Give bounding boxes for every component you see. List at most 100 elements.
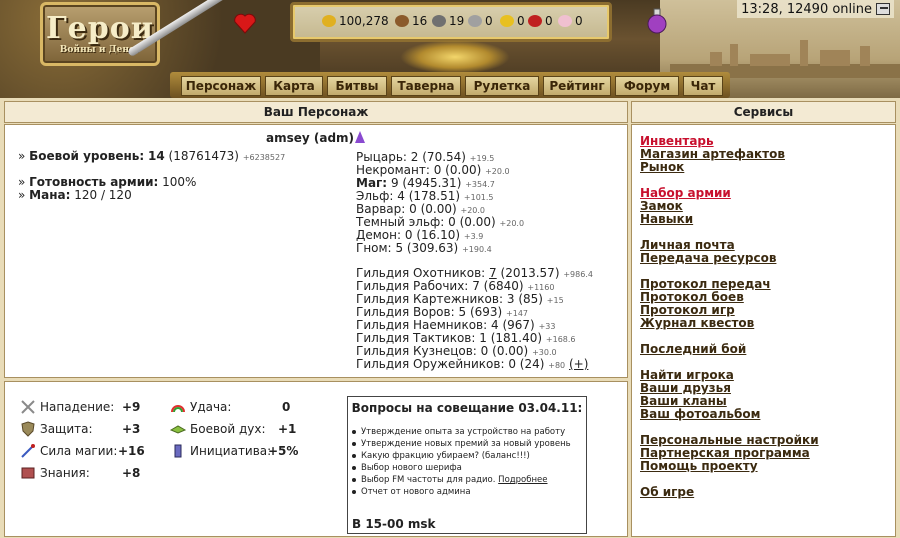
heart-icon[interactable]: [232, 10, 258, 36]
guild-row: Гильдия Воров: 5 (693) +147: [356, 305, 529, 319]
nav-roulette[interactable]: Рулетка: [465, 76, 539, 96]
news-item: Какую фракцию убираем? (баланс!!!): [352, 451, 530, 461]
news-more-link[interactable]: Подробнее: [498, 475, 547, 485]
game-logo[interactable]: Герои Войны и Денег: [40, 2, 160, 66]
service-find-player[interactable]: Найти игрока: [640, 368, 734, 382]
stat-attack-value: +9: [122, 400, 141, 414]
services-panel-title: Сервисы: [631, 101, 896, 123]
nav-battles[interactable]: Битвы: [327, 76, 387, 96]
meeting-news-box: Вопросы на совещание 03.04.11: Утвержден…: [347, 396, 587, 534]
sulfur-icon: [500, 15, 514, 27]
stat-morale: Боевой дух:: [170, 421, 266, 437]
nav-map[interactable]: Карта: [265, 76, 323, 96]
mana-flask-icon[interactable]: [646, 8, 668, 34]
clock-text: 13:28, 12490 online: [741, 1, 872, 17]
morale-icon: [170, 425, 186, 434]
stat-attack: Нападение:: [20, 399, 114, 415]
rainbow-icon: [171, 405, 185, 413]
server-clock: 13:28, 12490 online: [737, 0, 894, 18]
news-item: Выбор FM частоты для радио. Подробнее: [352, 475, 548, 485]
nav-character[interactable]: Персонаж: [181, 76, 261, 96]
initiative-icon: [174, 444, 182, 458]
nav-tavern[interactable]: Таверна: [391, 76, 461, 96]
service-game-log[interactable]: Протокол игр: [640, 303, 735, 317]
combat-level-label: Боевой уровень:: [29, 149, 145, 163]
faction-row: Рыцарь: 2 (70.54) +19.5: [356, 150, 495, 164]
service-transfer-resources[interactable]: Передача ресурсов: [640, 251, 776, 265]
guild-row: Гильдия Наемников: 4 (967) +33: [356, 318, 556, 332]
service-last-battle[interactable]: Последний бой: [640, 342, 746, 356]
faction-row: Некромант: 0 (0.00) +20.0: [356, 163, 510, 177]
character-name[interactable]: amsey (adm): [266, 131, 354, 145]
stat-luck-value: 0: [282, 400, 291, 414]
service-partner-program[interactable]: Партнерская программа: [640, 446, 810, 460]
guild-hunters-link[interactable]: 7: [489, 266, 497, 280]
service-transfer-log[interactable]: Протокол передач: [640, 277, 771, 291]
service-quest-journal[interactable]: Журнал квестов: [640, 316, 754, 330]
expand-guilds-link[interactable]: (+): [569, 357, 588, 371]
crystal-icon: [528, 15, 542, 27]
character-panel-title: Ваш Персонаж: [4, 101, 628, 123]
service-clans[interactable]: Ваши кланы: [640, 394, 727, 408]
stat-knowledge: Знания:: [20, 465, 90, 481]
gold-icon: [322, 15, 336, 27]
header-ornament-center: [400, 40, 510, 74]
mana: » Мана: 120 / 120: [18, 188, 132, 202]
news-item: Утверждение опыта за устройство на работ…: [352, 427, 565, 437]
guild-row: Гильдия Картежников: 3 (85) +15: [356, 292, 564, 306]
service-battle-log[interactable]: Протокол боев: [640, 290, 744, 304]
mana-value: 120 / 120: [74, 188, 132, 202]
wood-icon: [395, 15, 409, 27]
stat-knowledge-value: +8: [122, 466, 141, 480]
resource-crystal: 0: [528, 14, 553, 28]
nav-rating[interactable]: Рейтинг: [543, 76, 611, 96]
faction-row: Демон: 0 (16.10) +3.9: [356, 228, 484, 242]
stat-defense: Защита:: [20, 421, 93, 437]
faction-row: Эльф: 4 (178.51) +101.5: [356, 189, 494, 203]
faction-row: Варвар: 0 (0.00) +20.0: [356, 202, 485, 216]
combat-level: » Боевой уровень: 14 (18761473) +6238527: [18, 149, 286, 163]
service-photo-album[interactable]: Ваш фотоальбом: [640, 407, 760, 421]
mana-label: Мана:: [29, 188, 71, 202]
service-inventory[interactable]: Инвентарь: [640, 134, 714, 148]
service-market[interactable]: Рынок: [640, 160, 684, 174]
stat-initiative: Инициатива:: [170, 443, 271, 459]
service-mail[interactable]: Личная почта: [640, 238, 735, 252]
combat-exp: (18761473): [168, 149, 239, 163]
guild-row: Гильдия Рабочих: 7 (6840) +1160: [356, 279, 555, 293]
nav-forum[interactable]: Форум: [615, 76, 679, 96]
service-help-project[interactable]: Помощь проекту: [640, 459, 758, 473]
combat-exp-delta: +6238527: [242, 153, 286, 162]
service-castle[interactable]: Замок: [640, 199, 683, 213]
faction-row: Маг: 9 (4945.31) +354.7: [356, 176, 495, 190]
guild-row: Гильдия Тактиков: 1 (181.40) +168.6: [356, 331, 576, 345]
resource-ore: 19: [432, 14, 464, 28]
sword-icon: [21, 400, 35, 414]
resource-gems: 0: [558, 14, 583, 28]
service-recruit-army[interactable]: Набор армии: [640, 186, 731, 200]
nav-chat[interactable]: Чат: [683, 76, 723, 96]
service-about-game[interactable]: Об игре: [640, 485, 694, 499]
news-footer: В 15-00 msk: [352, 517, 436, 531]
news-title: Вопросы на совещание 03.04.11:: [351, 401, 583, 415]
stat-luck: Удача:: [170, 399, 231, 415]
resource-mercury: 0: [468, 14, 493, 28]
stat-defense-value: +3: [122, 422, 141, 436]
stat-spellpower-value: +16: [118, 444, 145, 458]
guild-row: Гильдия Оружейников: 0 (24) +80 (+): [356, 357, 589, 371]
service-artifact-shop[interactable]: Магазин артефактов: [640, 147, 785, 161]
service-friends[interactable]: Ваши друзья: [640, 381, 731, 395]
service-skills[interactable]: Навыки: [640, 212, 693, 226]
gems-icon: [558, 15, 572, 27]
army-readiness: » Готовность армии: 100%: [18, 175, 197, 189]
faction-row: Темный эльф: 0 (0.00) +20.0: [356, 215, 525, 229]
resource-gold: 100,278: [322, 14, 389, 28]
ore-icon: [432, 15, 446, 27]
shield-icon: [21, 421, 35, 437]
wizard-hat-icon: [355, 131, 365, 143]
magic-wand-icon: [21, 444, 35, 458]
stat-morale-value: +1: [278, 422, 297, 436]
logout-icon[interactable]: [876, 3, 890, 15]
service-settings[interactable]: Персональные настройки: [640, 433, 819, 447]
news-item: Отчет от нового админа: [352, 487, 471, 497]
